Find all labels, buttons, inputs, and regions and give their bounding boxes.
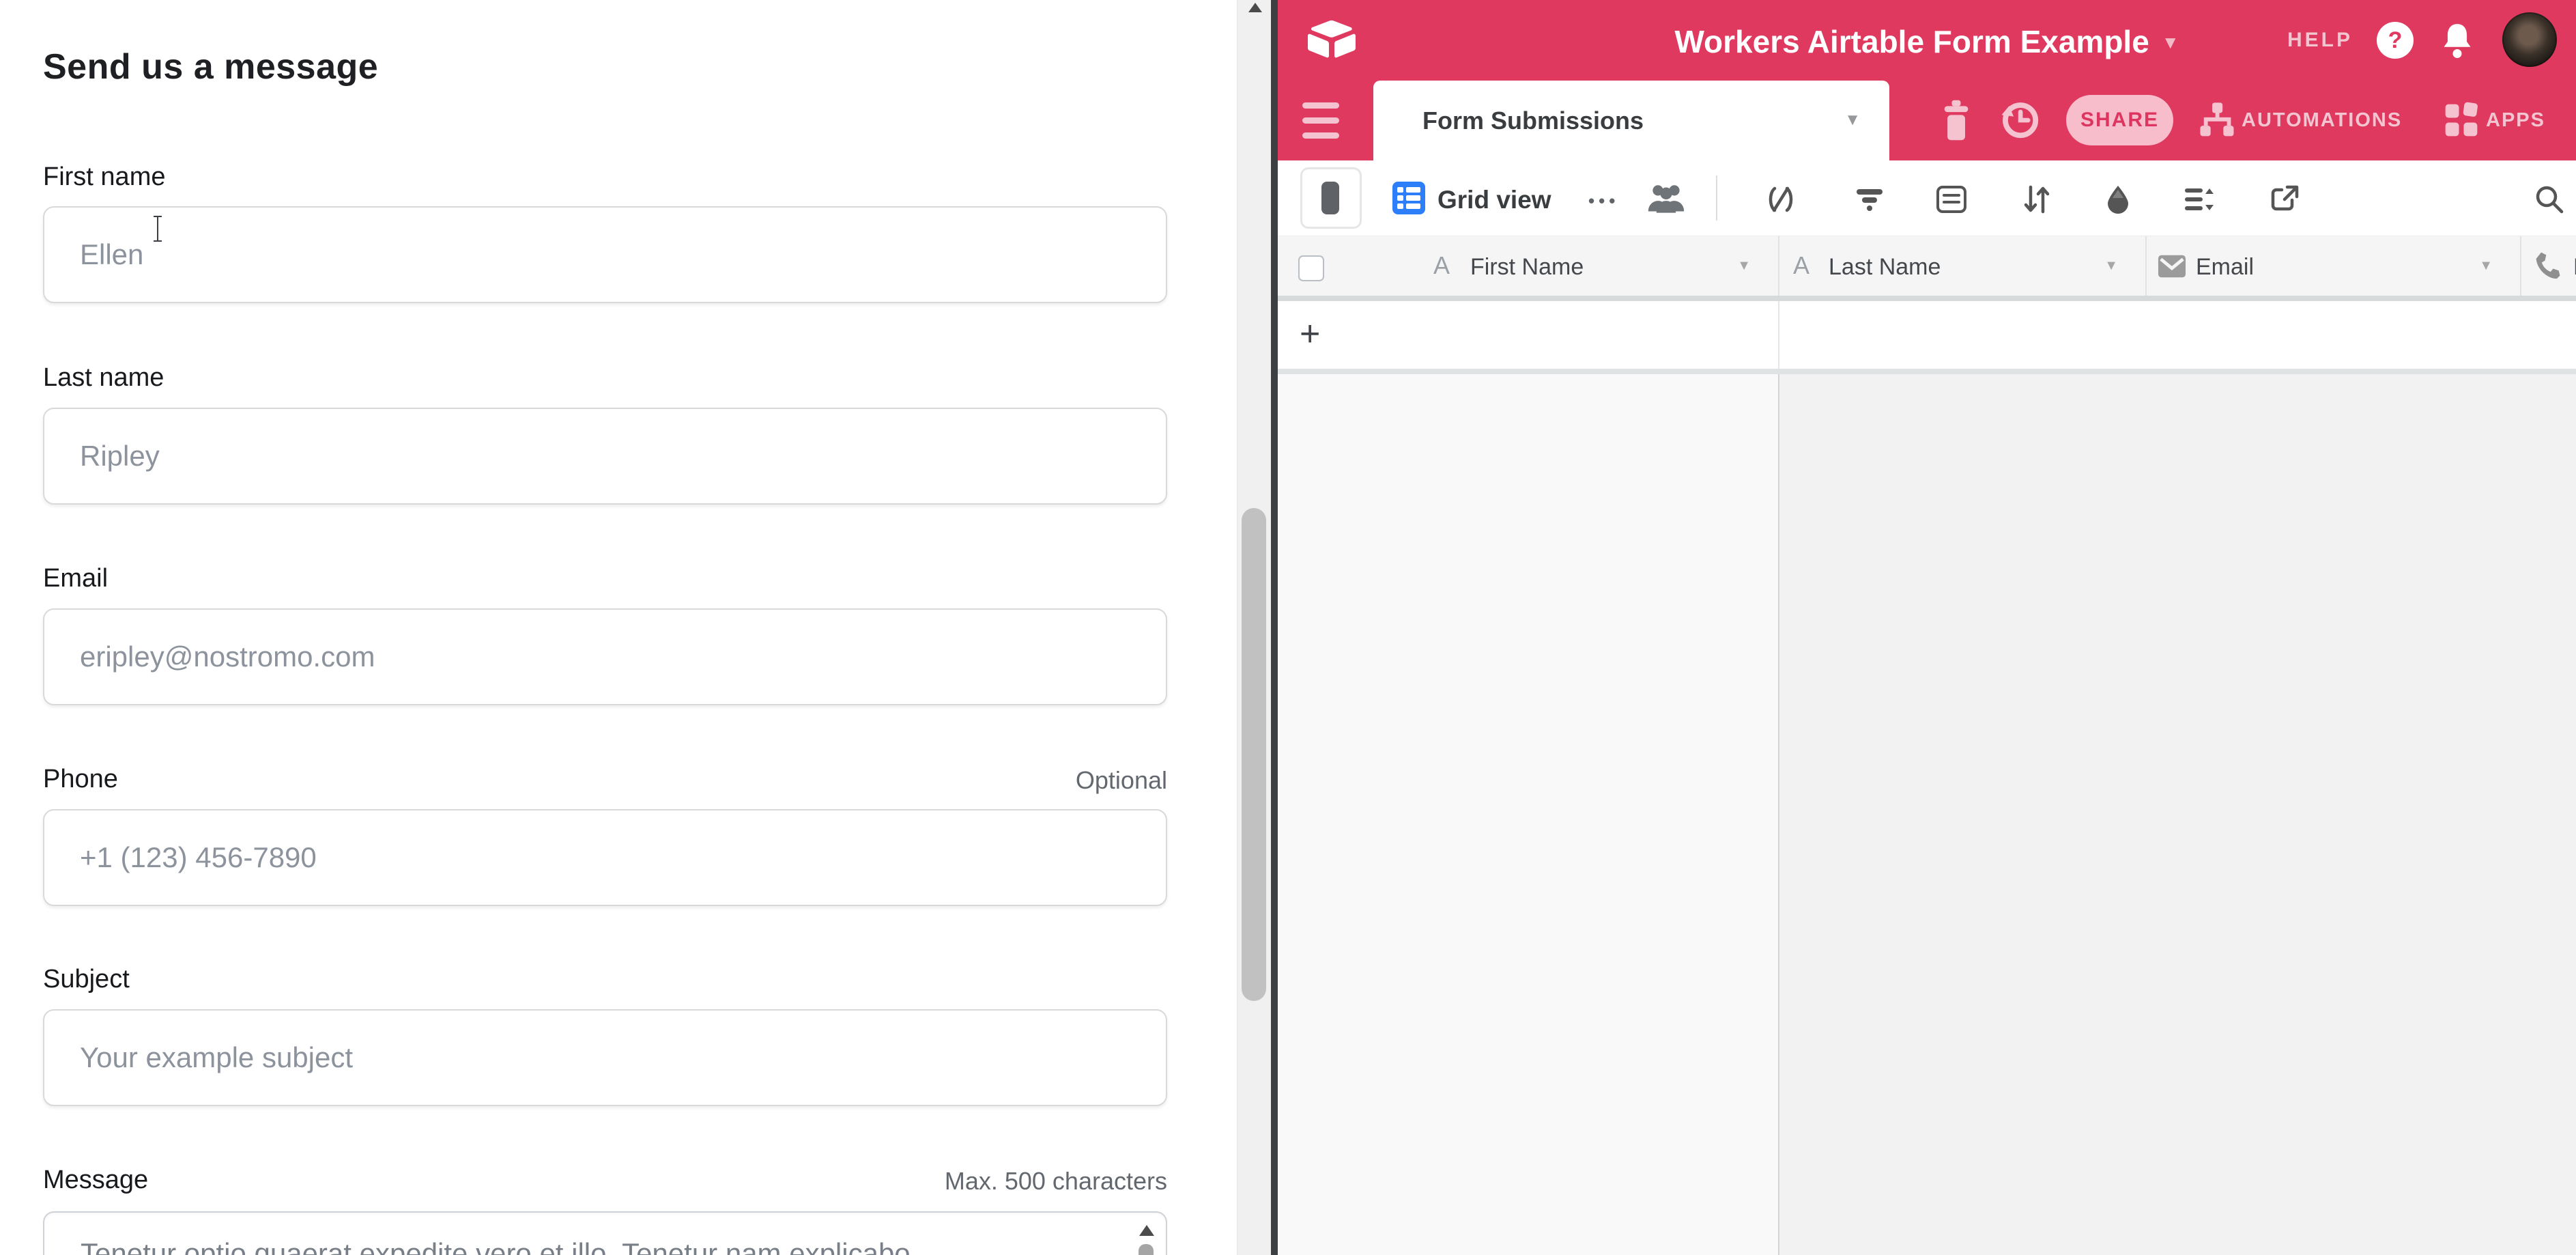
- email-input[interactable]: [43, 608, 1167, 705]
- hide-fields-icon[interactable]: [1764, 183, 1798, 216]
- view-name[interactable]: Grid view: [1437, 186, 1551, 214]
- column-caret-icon[interactable]: ▼: [2104, 258, 2118, 274]
- phone-field-icon: [2534, 250, 2564, 280]
- row-height-icon[interactable]: [2181, 183, 2216, 216]
- subject-label: Subject: [43, 965, 130, 994]
- select-all-checkbox[interactable]: [1298, 255, 1324, 281]
- text-field-icon: A: [1793, 251, 1809, 280]
- add-record-plus-icon[interactable]: +: [1300, 313, 1320, 354]
- email-field-icon: [2158, 254, 2186, 279]
- form-pane-scrollbar[interactable]: [1237, 0, 1272, 1255]
- last-name-label: Last name: [43, 363, 164, 393]
- contact-form-pane: Send us a message First name Last name E…: [0, 0, 1237, 1255]
- column-last-name[interactable]: A Last Name ▼: [1778, 236, 2145, 296]
- textarea-scrollbar[interactable]: [1134, 1217, 1159, 1255]
- column-first-name[interactable]: A First Name ▼: [1346, 236, 1778, 296]
- view-sidebar-toggle-button[interactable]: [1300, 167, 1362, 229]
- last-name-input[interactable]: [43, 408, 1167, 505]
- apps-button[interactable]: APPS: [2486, 100, 2545, 141]
- textarea-scrollbar-thumb[interactable]: [1139, 1244, 1154, 1255]
- view-more-icon[interactable]: •••: [1588, 191, 1619, 212]
- message-maxchars-hint: Max. 500 characters: [945, 1167, 1167, 1196]
- collaborators-icon[interactable]: [1646, 183, 1686, 216]
- scroll-up-icon[interactable]: [1248, 3, 1262, 12]
- tab-form-submissions[interactable]: Form Submissions ▼: [1373, 81, 1889, 160]
- notifications-bell-icon[interactable]: [2439, 20, 2475, 60]
- sidebar-panel-icon: [1321, 182, 1339, 214]
- form-pane-scrollbar-thumb[interactable]: [1242, 508, 1266, 1001]
- filter-icon[interactable]: [1852, 183, 1887, 216]
- base-title-caret-icon: ▼: [2162, 32, 2179, 53]
- search-icon[interactable]: [2532, 183, 2566, 216]
- email-label: Email: [43, 564, 108, 593]
- airtable-topbar: Workers Airtable Form Example▼ HELP ?: [1278, 0, 2576, 81]
- color-icon[interactable]: [2101, 183, 2135, 216]
- phone-optional-hint: Optional: [1076, 766, 1167, 795]
- phone-input[interactable]: [43, 809, 1167, 906]
- user-avatar[interactable]: [2502, 12, 2557, 67]
- history-icon[interactable]: [1999, 98, 2041, 141]
- automations-icon[interactable]: [2198, 101, 2236, 139]
- grid-column-header: A First Name ▼ A Last Name ▼ Email: [1278, 236, 2576, 301]
- window-split-divider[interactable]: [1271, 0, 1278, 1255]
- screenshot-canvas: Send us a message First name Last name E…: [0, 0, 2576, 1255]
- add-record-row[interactable]: +: [1278, 301, 2576, 369]
- column-email[interactable]: Email ▼: [2145, 236, 2520, 296]
- first-name-input[interactable]: [43, 206, 1167, 303]
- airtable-pane: Workers Airtable Form Example▼ HELP ? Fo…: [1278, 0, 2576, 1255]
- share-button[interactable]: SHARE: [2066, 95, 2173, 145]
- airtable-tabbar: Form Submissions ▼ SHARE: [1278, 81, 2576, 160]
- frozen-pane-divider: [1778, 374, 1779, 1255]
- form-title: Send us a message: [43, 46, 378, 87]
- sort-icon[interactable]: [2019, 183, 2053, 216]
- text-cursor-ibeam: [152, 216, 164, 242]
- scroll-up-icon[interactable]: [1139, 1225, 1154, 1236]
- grid-view-icon: [1392, 182, 1425, 214]
- message-text-preview: Tenetur optio quaerat expedite vero et i…: [81, 1237, 1125, 1255]
- column-caret-icon[interactable]: ▼: [2479, 258, 2493, 274]
- apps-icon[interactable]: [2442, 101, 2480, 139]
- toolbar-divider: [1716, 175, 1717, 221]
- menu-hamburger-icon[interactable]: [1302, 102, 1339, 139]
- column-caret-icon[interactable]: ▼: [1737, 258, 1751, 274]
- help-button[interactable]: HELP: [2287, 29, 2353, 52]
- tab-caret-icon[interactable]: ▼: [1844, 111, 1861, 130]
- group-icon[interactable]: [1934, 183, 1969, 216]
- phone-label: Phone: [43, 765, 118, 794]
- view-toolbar: Grid view •••: [1278, 160, 2576, 236]
- grid-body-empty: [1278, 374, 2576, 1255]
- column-phone[interactable]: Phone: [2520, 236, 2576, 296]
- trash-icon[interactable]: [1938, 98, 1974, 142]
- share-view-icon[interactable]: [2267, 183, 2302, 216]
- message-label: Message: [43, 1166, 148, 1195]
- grid-frozen-column-area: [1278, 374, 1778, 1255]
- text-field-icon: A: [1433, 251, 1450, 280]
- first-name-label: First name: [43, 163, 165, 192]
- help-question-icon[interactable]: ?: [2377, 22, 2414, 59]
- automations-button[interactable]: AUTOMATIONS: [2242, 100, 2402, 141]
- subject-input[interactable]: [43, 1009, 1167, 1106]
